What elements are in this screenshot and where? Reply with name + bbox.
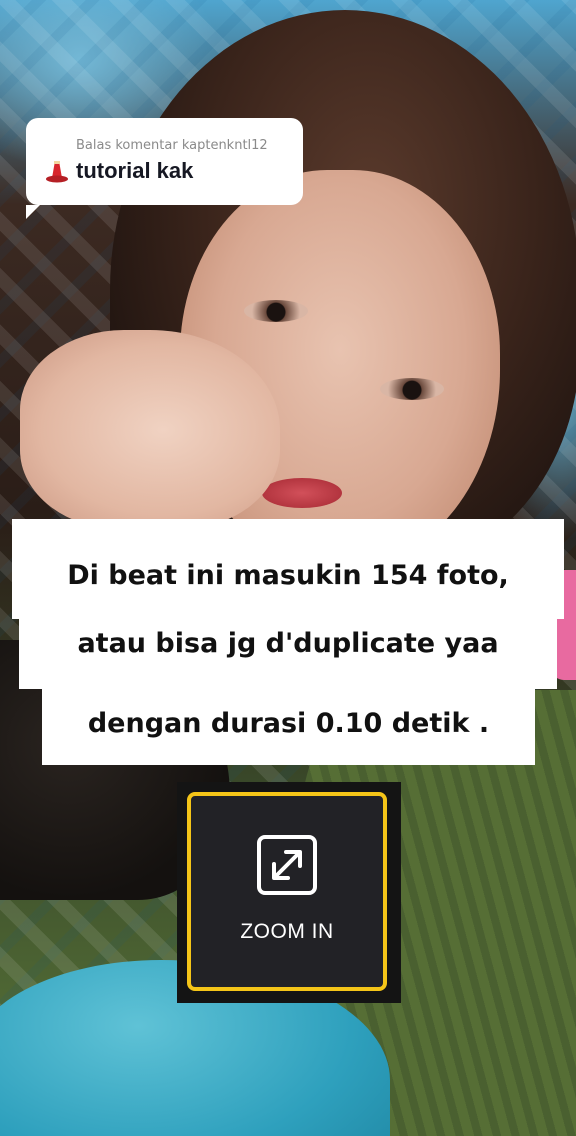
- person-lips: [262, 478, 342, 508]
- reply-meta-text: Balas komentar kaptenkntl12: [76, 138, 268, 153]
- reply-comment-bubble[interactable]: Balas komentar kaptenkntl12 tutorial kak: [26, 118, 303, 219]
- caption-line-2: atau bisa jg d'duplicate yaa: [19, 618, 557, 689]
- person-hand: [20, 330, 280, 530]
- caption-line-1: Di beat ini masukin 154 foto,: [12, 519, 564, 619]
- zoom-in-button[interactable]: ZOOM IN: [187, 792, 387, 991]
- caption-line-3: dengan durasi 0.10 detik .: [42, 688, 535, 765]
- person-eye-left: [244, 300, 308, 322]
- reply-comment-text: tutorial kak: [76, 158, 194, 183]
- person-eye-right: [380, 378, 444, 400]
- zoom-in-panel: ZOOM IN: [177, 782, 401, 1003]
- reply-comment-row: tutorial kak: [44, 158, 291, 184]
- red-hat-avatar-icon[interactable]: [44, 158, 70, 184]
- expand-arrows-icon: [257, 835, 317, 895]
- zoom-in-label: ZOOM IN: [240, 920, 334, 943]
